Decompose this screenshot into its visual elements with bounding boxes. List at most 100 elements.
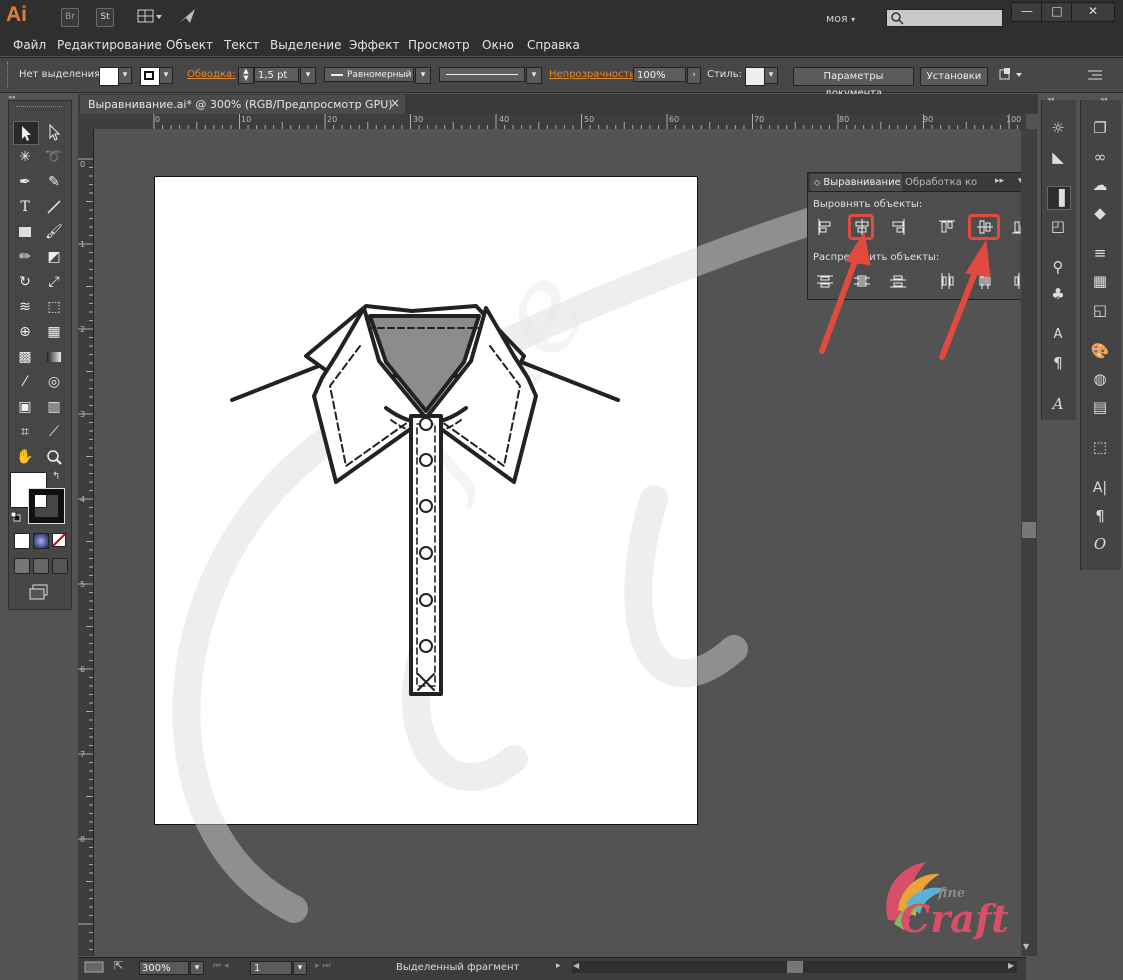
transform-panel-icon[interactable]: ⬚ <box>1089 436 1111 458</box>
stroke-profile-dropdown[interactable]: ▾ <box>415 67 431 84</box>
stroke-profile-select[interactable]: Равномерный <box>324 67 414 82</box>
artboard-tool-icon[interactable]: ⌗ <box>13 421 37 443</box>
grip-handle[interactable] <box>7 62 10 88</box>
symbol-sprayer-tool-icon[interactable]: ▣ <box>13 396 37 418</box>
menu-view[interactable]: Просмотр <box>408 38 470 52</box>
eraser-tool-icon[interactable]: ◩ <box>42 246 66 268</box>
free-transform-tool-icon[interactable]: ⬚ <box>42 296 66 318</box>
screen-mode-icon[interactable] <box>28 583 50 601</box>
stroke-weight-input[interactable]: 1,5 pt <box>254 67 299 82</box>
stroke-color-swatch[interactable] <box>28 488 65 524</box>
horizontal-scroll-thumb[interactable] <box>787 961 803 973</box>
brush-dropdown[interactable]: ▾ <box>526 67 542 84</box>
fill-dropdown[interactable]: ▾ <box>118 67 132 84</box>
horizontal-ruler[interactable] <box>78 114 1026 130</box>
brushes-panel-icon[interactable]: ⚲ <box>1047 256 1069 278</box>
glyphs-panel-icon[interactable]: A <box>1047 393 1069 415</box>
eyedropper-tool-icon[interactable]: ⁄ <box>13 371 37 393</box>
none-mode-icon[interactable] <box>52 533 66 547</box>
status-menu-arrow[interactable]: ▸ <box>556 961 568 973</box>
appearance-panel-icon[interactable]: ◍ <box>1089 368 1111 390</box>
close-tab-button[interactable]: × <box>390 96 400 112</box>
close-window-button[interactable]: ✕ <box>1071 2 1115 22</box>
share-icon[interactable]: ⇱ <box>114 959 128 973</box>
perspective-grid-tool-icon[interactable]: ▦ <box>42 321 66 343</box>
hand-tool-icon[interactable]: ✋ <box>13 446 37 468</box>
paragraph-styles-icon[interactable]: ¶ <box>1047 352 1069 374</box>
shirt-collar-illustration[interactable] <box>154 176 698 825</box>
dock2-collapse-icon[interactable]: ◂◂ <box>1100 95 1120 103</box>
swatches-panel-icon[interactable]: ▦ <box>1089 270 1111 292</box>
arrange-icon[interactable] <box>997 66 1027 84</box>
style-swatch[interactable] <box>745 67 765 86</box>
color-guide-icon[interactable]: ☼ <box>1047 117 1069 139</box>
lasso-tool-icon[interactable]: ➰ <box>42 146 66 168</box>
paragraph-panel-icon[interactable]: ¶ <box>1089 505 1111 527</box>
draw-inside-icon[interactable] <box>52 558 68 574</box>
layers-panel-icon[interactable]: ◆ <box>1089 202 1111 224</box>
color-mode-icon[interactable] <box>14 533 30 549</box>
opacity-input[interactable]: 100% <box>633 67 686 82</box>
magic-wand-tool-icon[interactable]: ✳ <box>13 146 37 168</box>
stroke-stepper[interactable]: ▲ ▼ <box>238 67 254 84</box>
arrange-documents-icon[interactable] <box>137 8 163 25</box>
gradient-mode-icon[interactable] <box>33 533 49 549</box>
menu-window[interactable]: Окно <box>482 38 514 52</box>
gpu-rocket-icon[interactable] <box>176 6 198 26</box>
minimize-button[interactable]: — <box>1011 2 1043 22</box>
stock-button[interactable]: St <box>96 8 114 27</box>
draw-behind-icon[interactable] <box>33 558 49 574</box>
toolbox-grip[interactable] <box>16 106 62 110</box>
menu-help[interactable]: Справка <box>527 38 580 52</box>
direct-selection-tool-icon[interactable] <box>42 121 66 143</box>
align-panel-icon[interactable]: ▐ <box>1047 186 1071 210</box>
fill-swatch[interactable] <box>99 67 119 86</box>
transparency-panel-icon[interactable]: ◣ <box>1047 146 1069 168</box>
stroke-swatch[interactable] <box>140 67 160 86</box>
cc-libraries-icon[interactable]: ☁ <box>1089 174 1111 196</box>
default-colors-icon[interactable] <box>10 511 21 522</box>
pencil-tool-icon[interactable]: ✏ <box>13 246 37 268</box>
preferences-button[interactable]: Установки <box>920 67 988 86</box>
rotate-tool-icon[interactable]: ↻ <box>13 271 37 293</box>
color-panel-icon[interactable]: 🎨 <box>1089 340 1111 362</box>
curvature-tool-icon[interactable]: ✎ <box>42 171 66 193</box>
character-styles-icon[interactable]: A <box>1047 324 1069 346</box>
next-last-artboard-icon[interactable]: ▸ ⏭ <box>315 961 349 973</box>
swap-colors-icon[interactable]: ↰ <box>52 471 64 483</box>
paintbrush-tool-icon[interactable]: 🖌 <box>42 221 66 243</box>
opacity-dropdown[interactable]: › <box>687 67 701 84</box>
zoom-tool-icon[interactable] <box>42 446 66 468</box>
opentype-panel-icon[interactable]: O <box>1089 533 1111 555</box>
control-menu-icon[interactable] <box>1086 68 1104 82</box>
preview-icon[interactable] <box>84 961 104 973</box>
menu-type[interactable]: Текст <box>224 38 260 52</box>
blend-tool-icon[interactable]: ◎ <box>42 371 66 393</box>
pathfinder-panel-icon[interactable]: ◰ <box>1047 215 1069 237</box>
width-tool-icon[interactable]: ≋ <box>13 296 37 318</box>
image-trace-icon[interactable]: ◱ <box>1089 299 1111 321</box>
pen-tool-icon[interactable]: ✒ <box>13 171 37 193</box>
maximize-button[interactable]: □ <box>1041 2 1073 22</box>
artboard-number-input[interactable]: 1 <box>250 961 292 975</box>
links-panel-icon[interactable]: ∞ <box>1089 146 1111 168</box>
draw-normal-icon[interactable] <box>14 558 30 574</box>
stroke-dropdown[interactable]: ▾ <box>159 67 173 84</box>
scroll-left-arrow[interactable]: ◀ <box>573 961 583 973</box>
zoom-dropdown[interactable]: ▾ <box>190 961 204 975</box>
align-tab[interactable]: ◇ Выравнивание <box>810 174 902 191</box>
artboard-dropdown[interactable]: ▾ <box>293 961 307 975</box>
scroll-right-arrow[interactable]: ▶ <box>1008 961 1018 973</box>
rectangle-tool-icon[interactable] <box>13 221 37 243</box>
gradient-panel-icon[interactable]: ▤ <box>1089 396 1111 418</box>
slice-tool-icon[interactable]: ⟋ <box>42 421 66 443</box>
menu-select[interactable]: Выделение <box>270 38 341 52</box>
symbols-panel-icon[interactable]: ♣ <box>1047 283 1069 305</box>
vertical-scrollbar[interactable] <box>1021 129 1037 956</box>
menu-file[interactable]: Файл <box>13 38 46 52</box>
line-tool-icon[interactable] <box>42 196 66 218</box>
vertical-scroll-thumb[interactable] <box>1022 522 1036 538</box>
workspace-switcher[interactable]: моя ▾ <box>826 12 855 25</box>
gradient-tool-icon[interactable] <box>42 346 66 368</box>
style-dropdown[interactable]: ▾ <box>764 67 778 84</box>
